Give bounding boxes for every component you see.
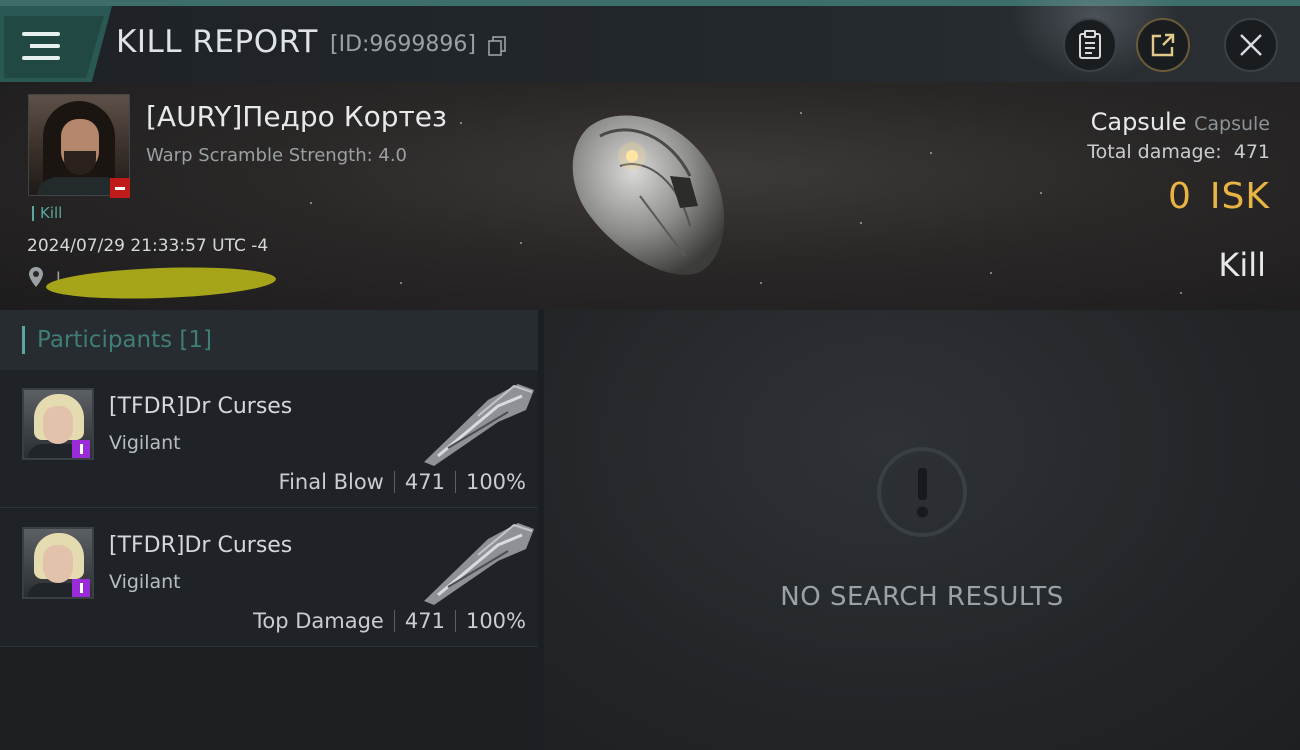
kill-datetime: 2024/07/29 21:33:57 UTC -4 — [27, 236, 269, 256]
participant-percent: 100% — [465, 609, 526, 633]
capsule-ship-image — [572, 115, 725, 275]
close-icon — [1240, 34, 1262, 56]
participants-header: Participants [1] — [0, 310, 538, 370]
victim-name[interactable]: [AURY]Педро Кортез — [146, 100, 447, 133]
participant-ship: Vigilant — [109, 432, 181, 454]
page-title: KILL REPORT — [116, 24, 318, 60]
redaction-mark — [45, 263, 277, 303]
participant-ship: Vigilant — [109, 571, 181, 593]
participant-name: [TFDR]Dr Curses — [109, 394, 293, 419]
participant-row[interactable]: [TFDR]Dr Curses Vigilant Top Damage 471 … — [0, 509, 538, 647]
victim-ship-type[interactable]: Capsule Capsule — [1091, 108, 1270, 136]
isk-value: 0 ISK — [1168, 176, 1270, 217]
results-panel: NO SEARCH RESULTS — [544, 310, 1300, 750]
warp-scramble-strength: Warp Scramble Strength: 4.0 — [146, 145, 408, 166]
ship-name-label: Capsule — [1194, 113, 1270, 135]
participant-role: Final Blow — [278, 470, 384, 494]
total-damage-value: 471 — [1233, 141, 1270, 163]
close-button[interactable] — [1224, 18, 1278, 72]
ship-type-label: Capsule — [1090, 108, 1187, 136]
vigilant-ship-image — [424, 384, 534, 466]
participant-name: [TFDR]Dr Curses — [109, 533, 293, 558]
isk-amount: 0 — [1168, 176, 1192, 217]
share-icon — [1151, 33, 1175, 57]
participant-role: Top Damage — [253, 609, 384, 633]
total-damage: Total damage: 471 — [1087, 141, 1270, 163]
kill-tag: Kill — [32, 206, 62, 221]
participant-row[interactable]: [TFDR]Dr Curses Vigilant Final Blow 471 … — [0, 370, 538, 508]
participant-damage: 471 — [404, 609, 445, 633]
exclamation-icon — [877, 447, 967, 537]
no-results-text: NO SEARCH RESULTS — [780, 582, 1064, 612]
participant-stats: Top Damage 471 100% — [253, 609, 526, 633]
report-id: [ID:9699896] — [330, 32, 476, 57]
clipboard-icon — [1079, 30, 1101, 59]
clipboard-button[interactable] — [1063, 18, 1117, 72]
copy-icon[interactable] — [488, 36, 506, 56]
participant-info-badge — [72, 579, 90, 597]
location-pin-icon — [29, 267, 43, 287]
menu-icon — [22, 32, 60, 62]
total-damage-label: Total damage: — [1087, 141, 1222, 163]
participant-info-badge — [72, 440, 90, 458]
kill-result: Kill — [1218, 246, 1266, 284]
participant-percent: 100% — [465, 470, 526, 494]
victim-banner: [AURY]Педро Кортез Warp Scramble Strengt… — [0, 82, 1300, 310]
participant-damage: 471 — [404, 470, 445, 494]
share-button[interactable] — [1136, 18, 1190, 72]
participants-header-accent — [22, 326, 25, 354]
participants-panel: Participants [1] [TFDR]Dr Curses Vigilan… — [0, 310, 540, 750]
isk-unit: ISK — [1209, 176, 1270, 217]
status-badge — [110, 178, 130, 198]
participants-title: Participants [1] — [37, 327, 212, 353]
participant-stats: Final Blow 471 100% — [279, 470, 526, 494]
vigilant-ship-image — [424, 523, 534, 605]
